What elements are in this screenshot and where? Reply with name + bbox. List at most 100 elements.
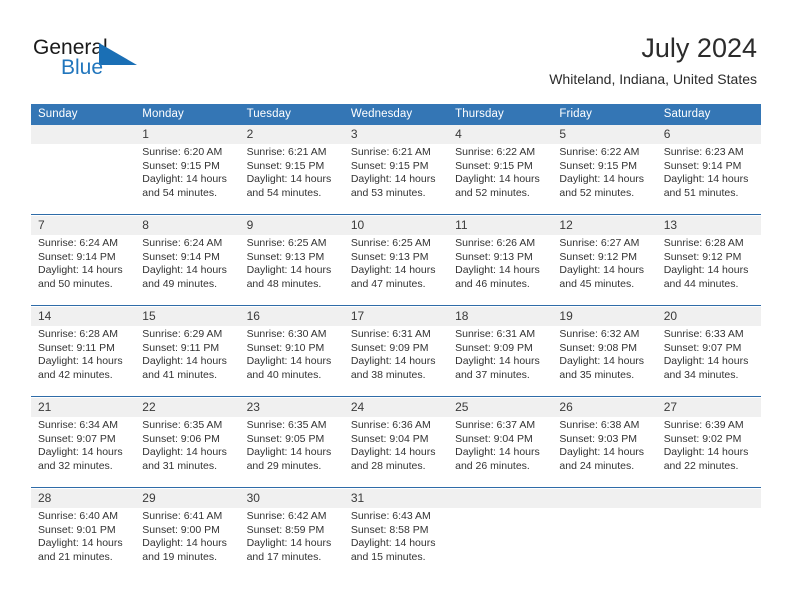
- day-number: 9: [239, 216, 344, 235]
- day-number: 23: [239, 398, 344, 417]
- day-number: 6: [656, 125, 761, 144]
- daylight-text-line1: Daylight: 14 hours: [350, 355, 436, 368]
- day-cell: Sunrise: 6:22 AM Sunset: 9:15 PM Dayligh…: [552, 144, 656, 215]
- day-cell: Sunrise: 6:24 AM Sunset: 9:14 PM Dayligh…: [135, 235, 239, 306]
- sunrise-text: Sunrise: 6:29 AM: [142, 328, 223, 340]
- day-number: 22: [135, 398, 240, 417]
- day-number: 13: [656, 216, 761, 235]
- day-number: [448, 489, 553, 508]
- day-cell: Sunrise: 6:28 AM Sunset: 9:12 PM Dayligh…: [657, 235, 761, 306]
- daylight-text-line2: and 38 minutes.: [350, 368, 426, 381]
- sunrise-text: Sunrise: 6:28 AM: [38, 328, 118, 340]
- sunrise-text: Sunrise: 6:23 AM: [663, 146, 744, 158]
- day-cell: Sunrise: 6:40 AM Sunset: 9:01 PM Dayligh…: [31, 508, 135, 578]
- daylight-text-line2: and 50 minutes.: [38, 277, 113, 290]
- week-3-details: Sunrise: 6:28 AM Sunset: 9:11 PM Dayligh…: [31, 326, 761, 397]
- page-subtitle: Whiteland, Indiana, United States: [549, 71, 757, 87]
- week-5-daynumbers: 28 29 30 31: [31, 489, 761, 508]
- daylight-text-line1: Daylight: 14 hours: [246, 173, 332, 186]
- page-title: July 2024: [641, 33, 757, 63]
- day-number: 19: [552, 307, 657, 326]
- day-number: [31, 125, 136, 144]
- page-header: General Blue July 2024 Whiteland, Indian…: [0, 0, 792, 100]
- column-header-thursday: Thursday: [448, 104, 553, 125]
- sunset-text: Sunset: 9:09 PM: [455, 341, 533, 354]
- day-number: 26: [552, 398, 657, 417]
- day-cell: Sunrise: 6:39 AM Sunset: 9:02 PM Dayligh…: [657, 417, 761, 488]
- daylight-text-line1: Daylight: 14 hours: [559, 173, 645, 186]
- sunset-text: Sunset: 9:14 PM: [38, 250, 116, 263]
- logo-triangle-icon: [99, 43, 137, 70]
- day-cell: Sunrise: 6:35 AM Sunset: 9:06 PM Dayligh…: [135, 417, 239, 488]
- week-1-details: Sunrise: 6:20 AM Sunset: 9:15 PM Dayligh…: [31, 144, 761, 215]
- daylight-text-line1: Daylight: 14 hours: [38, 537, 123, 550]
- day-cell: Sunrise: 6:28 AM Sunset: 9:11 PM Dayligh…: [31, 326, 135, 397]
- daylight-text-line2: and 29 minutes.: [246, 459, 322, 472]
- day-number: [552, 489, 657, 508]
- sunrise-text: Sunrise: 6:26 AM: [455, 237, 536, 249]
- day-cell: Sunrise: 6:20 AM Sunset: 9:15 PM Dayligh…: [135, 144, 239, 215]
- week-1-daynumbers: 1 2 3 4 5 6: [31, 125, 761, 144]
- sunrise-text: Sunrise: 6:38 AM: [559, 419, 640, 431]
- day-number: 10: [343, 216, 449, 235]
- day-number: 4: [448, 125, 553, 144]
- daylight-text-line2: and 54 minutes.: [142, 186, 217, 199]
- calendar-header-row: Sunday Monday Tuesday Wednesday Thursday…: [31, 104, 761, 125]
- day-cell: Sunrise: 6:21 AM Sunset: 9:15 PM Dayligh…: [344, 144, 448, 215]
- sunset-text: Sunset: 9:01 PM: [38, 523, 116, 536]
- sunrise-text: Sunrise: 6:31 AM: [455, 328, 536, 340]
- day-cell: Sunrise: 6:36 AM Sunset: 9:04 PM Dayligh…: [344, 417, 448, 488]
- day-number: 31: [343, 489, 449, 508]
- day-cell: Sunrise: 6:41 AM Sunset: 9:00 PM Dayligh…: [135, 508, 239, 578]
- daylight-text-line2: and 19 minutes.: [142, 550, 217, 563]
- sunset-text: Sunset: 9:11 PM: [38, 341, 115, 354]
- sunset-text: Sunset: 9:07 PM: [663, 341, 742, 354]
- column-header-tuesday: Tuesday: [239, 104, 344, 125]
- sunset-text: Sunset: 9:09 PM: [350, 341, 429, 354]
- day-cell: Sunrise: 6:38 AM Sunset: 9:03 PM Dayligh…: [552, 417, 656, 488]
- sunset-text: Sunset: 9:15 PM: [142, 159, 220, 172]
- day-number: 1: [135, 125, 240, 144]
- daylight-text-line1: Daylight: 14 hours: [350, 173, 436, 186]
- daylight-text-line1: Daylight: 14 hours: [663, 446, 749, 459]
- daylight-text-line1: Daylight: 14 hours: [142, 173, 227, 186]
- daylight-text-line2: and 49 minutes.: [142, 277, 217, 290]
- sunset-text: Sunset: 9:00 PM: [142, 523, 220, 536]
- column-header-saturday: Saturday: [656, 104, 761, 125]
- day-cell: Sunrise: 6:34 AM Sunset: 9:07 PM Dayligh…: [31, 417, 135, 488]
- day-number: 15: [135, 307, 240, 326]
- column-header-monday: Monday: [135, 104, 240, 125]
- day-cell: Sunrise: 6:22 AM Sunset: 9:15 PM Dayligh…: [448, 144, 552, 215]
- day-cell: [657, 508, 761, 578]
- daylight-text-line2: and 40 minutes.: [246, 368, 322, 381]
- column-header-wednesday: Wednesday: [343, 104, 449, 125]
- daylight-text-line2: and 42 minutes.: [38, 368, 113, 381]
- sunset-text: Sunset: 9:15 PM: [246, 159, 325, 172]
- sunset-text: Sunset: 9:13 PM: [455, 250, 533, 263]
- daylight-text-line1: Daylight: 14 hours: [142, 355, 227, 368]
- daylight-text-line1: Daylight: 14 hours: [246, 264, 332, 277]
- daylight-text-line2: and 34 minutes.: [663, 368, 739, 381]
- daylight-text-line2: and 24 minutes.: [559, 459, 635, 472]
- daylight-text-line2: and 22 minutes.: [663, 459, 739, 472]
- sunset-text: Sunset: 9:14 PM: [663, 159, 742, 172]
- day-cell: Sunrise: 6:29 AM Sunset: 9:11 PM Dayligh…: [135, 326, 239, 397]
- sunset-text: Sunset: 9:12 PM: [663, 250, 742, 263]
- daylight-text-line1: Daylight: 14 hours: [350, 446, 436, 459]
- sunset-text: Sunset: 8:58 PM: [350, 523, 429, 536]
- day-cell: [448, 508, 552, 578]
- daylight-text-line2: and 52 minutes.: [559, 186, 635, 199]
- daylight-text-line2: and 41 minutes.: [142, 368, 217, 381]
- sunrise-text: Sunrise: 6:24 AM: [38, 237, 118, 249]
- day-cell: Sunrise: 6:25 AM Sunset: 9:13 PM Dayligh…: [344, 235, 448, 306]
- logo-text-blue: Blue: [61, 56, 104, 79]
- day-number: 14: [31, 307, 136, 326]
- day-number: 28: [31, 489, 136, 508]
- daylight-text-line1: Daylight: 14 hours: [350, 537, 436, 550]
- daylight-text-line2: and 26 minutes.: [455, 459, 530, 472]
- daylight-text-line2: and 48 minutes.: [246, 277, 322, 290]
- daylight-text-line1: Daylight: 14 hours: [142, 446, 227, 459]
- daylight-text-line1: Daylight: 14 hours: [142, 537, 227, 550]
- daylight-text-line2: and 15 minutes.: [350, 550, 426, 563]
- day-number: 17: [343, 307, 449, 326]
